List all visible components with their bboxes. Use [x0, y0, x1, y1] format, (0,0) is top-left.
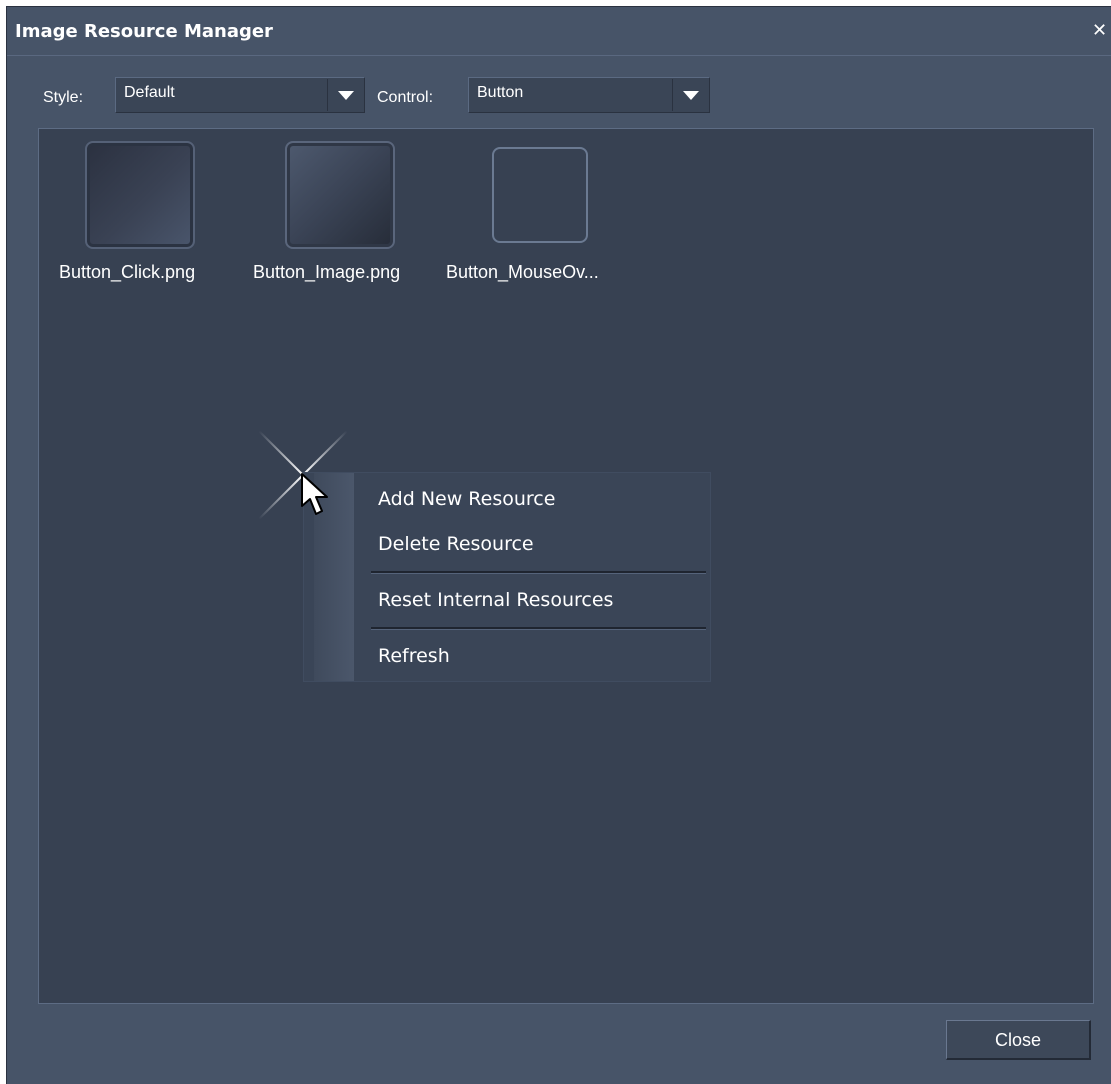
menu-separator: [371, 571, 706, 574]
resource-name[interactable]: Button_Click.png: [59, 262, 195, 283]
chevron-down-icon[interactable]: [672, 79, 708, 111]
control-dropdown[interactable]: Button: [468, 77, 710, 113]
title-bar[interactable]: Image Resource Manager: [7, 7, 1111, 56]
resource-thumbnail-button-click[interactable]: [85, 141, 195, 249]
menu-item-refresh[interactable]: Refresh: [378, 645, 450, 667]
style-dropdown-value: Default: [124, 84, 175, 101]
style-dropdown[interactable]: Default: [115, 77, 365, 113]
menu-item-delete-resource[interactable]: Delete Resource: [378, 533, 534, 555]
close-icon[interactable]: ✕: [1092, 20, 1108, 42]
resource-thumbnail-button-mouseover[interactable]: [492, 147, 588, 243]
window-title: Image Resource Manager: [15, 21, 273, 42]
resource-name[interactable]: Button_Image.png: [253, 262, 400, 283]
resource-thumbnail-button-image[interactable]: [285, 141, 395, 249]
menu-separator: [371, 627, 706, 630]
menu-item-reset-internal-resources[interactable]: Reset Internal Resources: [378, 589, 613, 611]
close-button[interactable]: Close: [946, 1020, 1091, 1060]
control-label: Control:: [377, 89, 434, 106]
menu-item-add-new-resource[interactable]: Add New Resource: [378, 488, 555, 510]
style-label: Style:: [43, 89, 84, 106]
chevron-down-icon[interactable]: [327, 79, 363, 111]
control-dropdown-value: Button: [477, 84, 524, 101]
mouse-cursor-icon: [301, 473, 328, 515]
resource-name[interactable]: Button_MouseOv...: [446, 262, 599, 283]
context-menu: Add New Resource Delete Resource Reset I…: [304, 473, 710, 681]
